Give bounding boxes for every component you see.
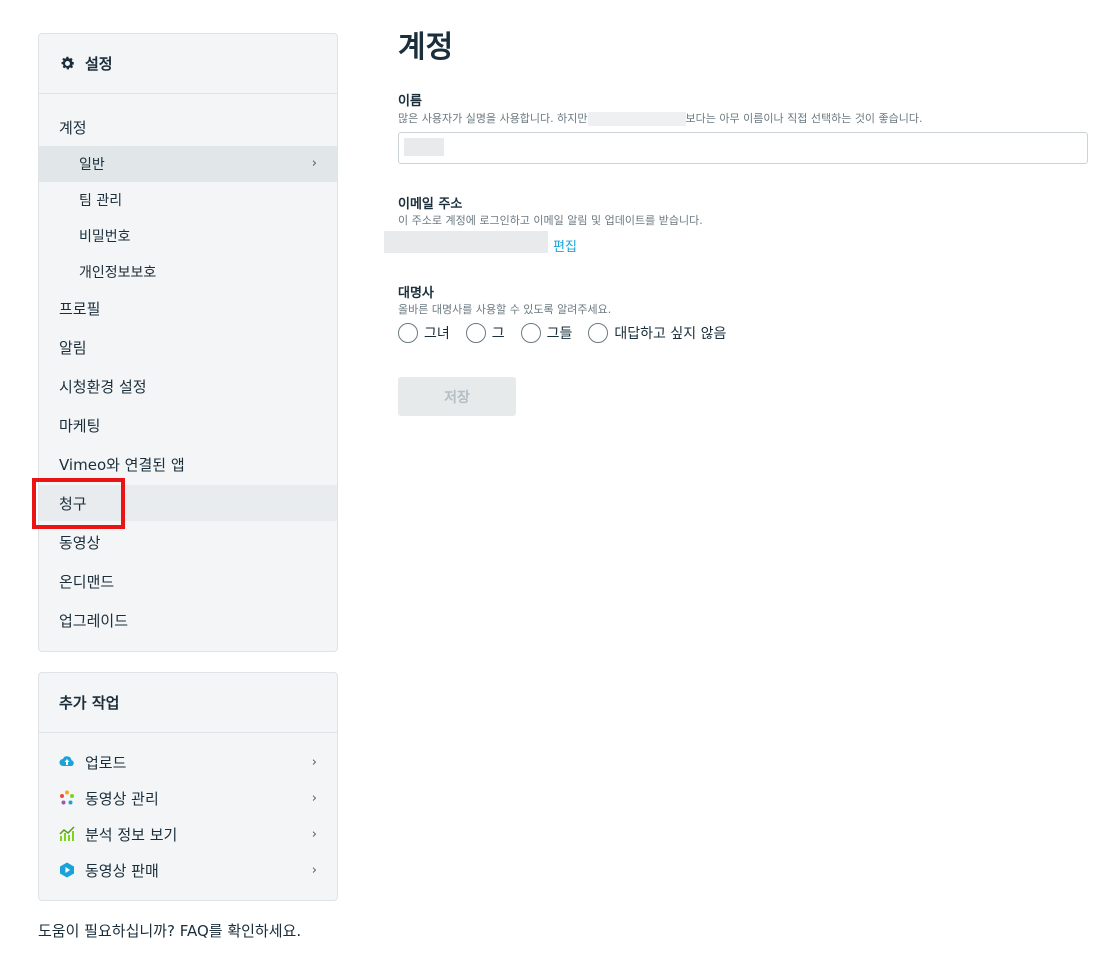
pronoun-radio-he[interactable]: 그	[465, 323, 505, 343]
email-help-text: 이 주소로 계정에 로그인하고 이메일 알림 및 업데이트를 받습니다.	[398, 214, 703, 227]
settings-title: 설정	[85, 55, 113, 73]
sidebar-item-videos[interactable]: 동영상	[39, 524, 337, 560]
sidebar-item-password[interactable]: 비밀번호	[39, 218, 337, 254]
extra-actions-header: 추가 작업	[39, 673, 337, 733]
radio-circle[interactable]	[398, 323, 418, 343]
sell-video-icon	[60, 862, 74, 878]
extra-item-sell-video[interactable]: 동영상 판매 ›	[39, 852, 337, 888]
chevron-right-icon: ›	[311, 791, 317, 806]
sidebar-item-viewing[interactable]: 시청환경 설정	[39, 368, 337, 404]
sidebar-item-general[interactable]: 일반 ›	[39, 146, 337, 182]
pronoun-radio-none[interactable]: 대답하고 싶지 않음	[588, 323, 726, 343]
pronoun-radio-she[interactable]: 그녀	[398, 323, 450, 343]
extra-item-upload[interactable]: 업로드 ›	[39, 744, 337, 780]
save-button[interactable]: 저장	[398, 377, 516, 416]
email-label: 이메일 주소	[398, 197, 463, 212]
sidebar-item-profile[interactable]: 프로필	[39, 290, 337, 326]
manage-videos-icon	[60, 790, 74, 805]
settings-panel: 설정 계정 일반 › 팀 관리 비밀번호 개인정보보호 프로필 알림 시청환경 …	[38, 33, 338, 652]
extra-actions-title: 추가 작업	[59, 694, 120, 712]
extra-item-manage-videos[interactable]: 동영상 관리 ›	[39, 780, 337, 816]
chevron-right-icon: ›	[311, 827, 317, 842]
gear-icon	[61, 56, 75, 70]
pronoun-radio-they[interactable]: 그들	[520, 323, 572, 343]
help-faq-link[interactable]: 도움이 필요하십니까? FAQ를 확인하세요.	[38, 920, 301, 941]
extra-actions-panel: 추가 작업 업로드 › 동영상 관리 › 분석 정보 보기 › 동영상 판매 ›	[38, 672, 338, 901]
sidebar-item-team[interactable]: 팀 관리	[39, 182, 337, 218]
sidebar-item-privacy[interactable]: 개인정보보호	[39, 254, 337, 290]
pronoun-label: 대명사	[398, 286, 434, 301]
radio-circle[interactable]	[465, 323, 486, 343]
chevron-right-icon: ›	[311, 755, 317, 770]
settings-header: 설정	[39, 34, 337, 94]
sidebar-item-notifications[interactable]: 알림	[39, 329, 337, 365]
sidebar-item-upgrade[interactable]: 업그레이드	[39, 602, 337, 638]
chevron-right-icon: ›	[311, 863, 317, 878]
sidebar-item-billing[interactable]: 청구	[39, 485, 337, 521]
email-edit-link[interactable]: 편집	[553, 236, 577, 255]
account-section-title[interactable]: 계정	[59, 117, 87, 138]
cloud-upload-icon	[59, 756, 74, 767]
radio-circle[interactable]	[588, 323, 609, 343]
page-title: 계정	[398, 30, 454, 65]
pronoun-help-text: 올바른 대명사를 사용할 수 있도록 알려주세요.	[398, 303, 612, 316]
name-label: 이름	[398, 94, 422, 109]
redacted-name	[404, 138, 444, 156]
extra-item-analytics[interactable]: 분석 정보 보기 ›	[39, 816, 337, 852]
name-help-text: 많은 사용자가 실명을 사용합니다. 하지만 보다는 아무 이름이나 직접 선택하…	[398, 112, 923, 126]
sidebar-item-marketing[interactable]: 마케팅	[39, 407, 337, 443]
analytics-icon	[59, 826, 75, 841]
name-input[interactable]	[398, 132, 1088, 164]
redacted-text	[587, 112, 686, 126]
chevron-right-icon: ›	[311, 156, 317, 171]
sidebar-item-connected-apps[interactable]: Vimeo와 연결된 앱	[39, 446, 337, 482]
sidebar-item-ondemand[interactable]: 온디맨드	[39, 563, 337, 599]
redacted-email	[384, 231, 548, 253]
pronoun-radio-group: 그녀 그 그들 대답하고 싶지 않음	[398, 323, 742, 343]
radio-circle[interactable]	[520, 323, 541, 343]
